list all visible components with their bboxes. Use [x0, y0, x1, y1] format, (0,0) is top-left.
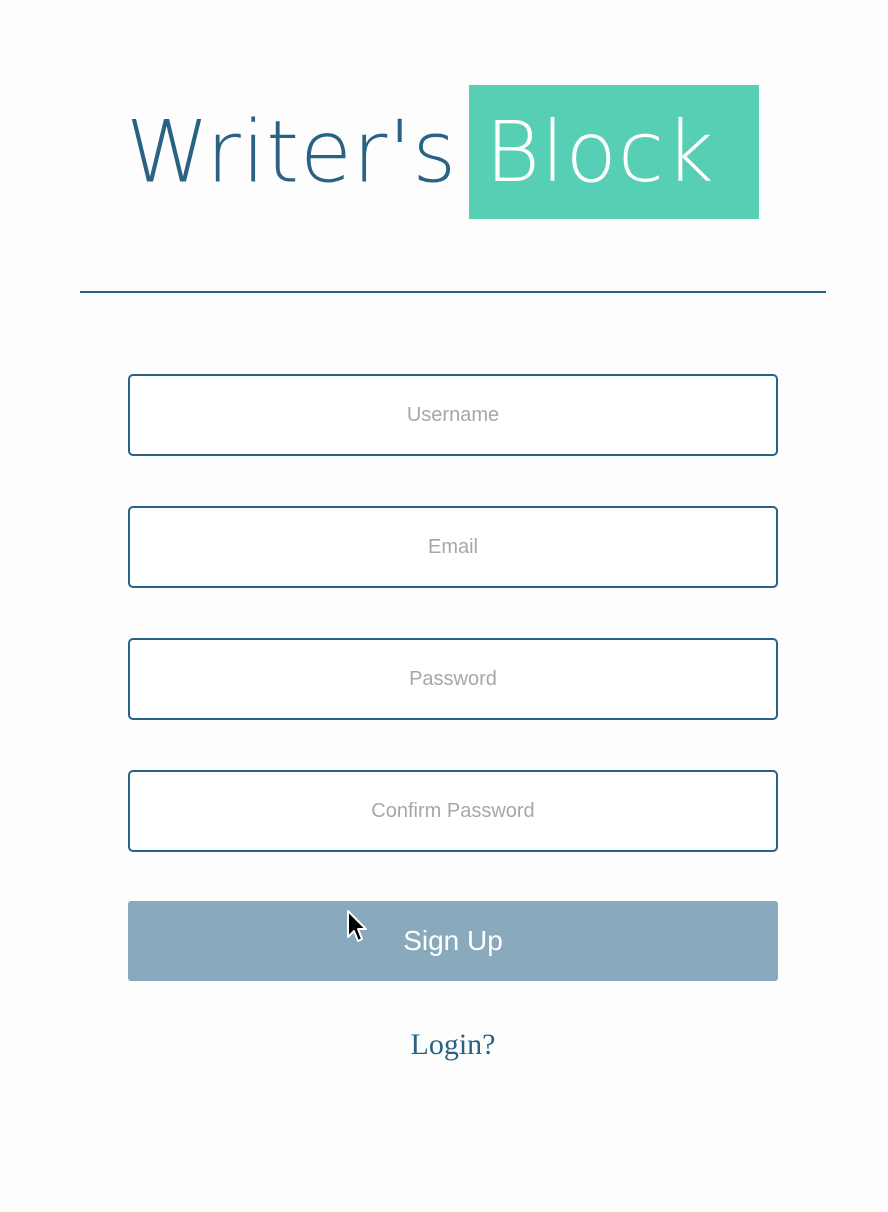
username-input[interactable]: [130, 375, 776, 455]
header-divider: [80, 291, 826, 293]
sign-up-label: Sign Up: [403, 925, 503, 956]
email-input[interactable]: [130, 507, 776, 587]
writers-block-logo: Writer's Block: [126, 84, 760, 220]
password-input[interactable]: [130, 639, 776, 719]
username-field[interactable]: [128, 374, 778, 456]
sign-up-button[interactable]: Sign Up: [128, 901, 778, 981]
email-field[interactable]: [128, 506, 778, 588]
mouse-pointer-icon: [347, 910, 367, 942]
logo-block-box: Block: [469, 85, 760, 219]
logo-writers-text: Writer's: [126, 102, 458, 202]
password-field[interactable]: [128, 638, 778, 720]
logo-block-text: Block: [485, 103, 715, 201]
confirm-password-field[interactable]: [128, 770, 778, 852]
confirm-password-input[interactable]: [130, 771, 776, 851]
login-link[interactable]: Login?: [0, 1028, 888, 1062]
